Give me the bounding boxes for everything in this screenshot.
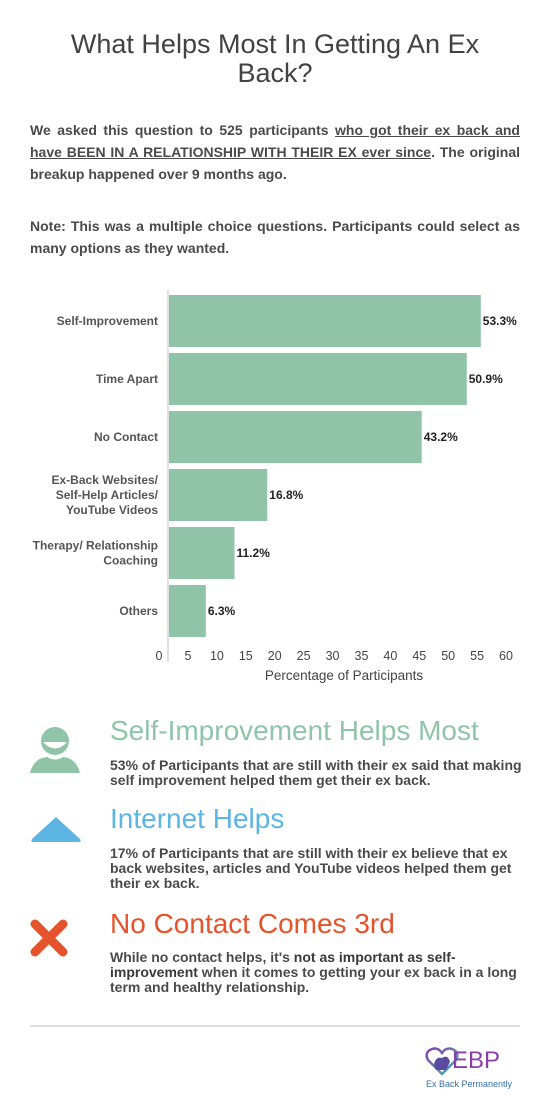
x-tick-label: 40 xyxy=(383,649,397,663)
ebp-logo: EBP Ex Back Permanently xyxy=(425,1047,513,1089)
insight-body: While no contact helps, it's not as impo… xyxy=(110,950,522,995)
value-label: 6.3% xyxy=(208,604,236,618)
insight-heading: Internet Helps xyxy=(110,803,285,834)
x-tick-label: 0 xyxy=(156,649,163,663)
value-label: 11.2% xyxy=(237,546,271,560)
x-tick-label: 5 xyxy=(185,649,192,663)
x-icon xyxy=(30,919,68,957)
bar xyxy=(169,585,206,637)
x-axis-ticks: 0 5 10 15 20 25 30 35 40 45 50 55 60 xyxy=(156,649,513,663)
insight-heading: Self-Improvement Helps Most xyxy=(110,715,479,746)
bar xyxy=(169,295,481,347)
category-label: Self-Improvement xyxy=(57,314,158,328)
bar-chart: 53.3% Self-Improvement 50.9% Time Apart 43.2… xyxy=(33,290,517,683)
value-label: 43.2% xyxy=(424,430,458,444)
x-tick-label: 35 xyxy=(355,649,369,663)
insight-body: 17% of Participants that are still with … xyxy=(110,845,512,891)
value-label: 50.9% xyxy=(469,372,503,386)
intro-text-start: We asked this question to 525 participan… xyxy=(30,122,336,138)
value-label: 16.8% xyxy=(269,488,303,502)
x-tick-label: 55 xyxy=(470,649,484,663)
insight-body-start: While no contact helps, it's xyxy=(110,949,294,965)
x-tick-label: 30 xyxy=(326,649,340,663)
value-label: 53.3% xyxy=(483,314,517,328)
bars-layer: 53.3% Self-Improvement 50.9% Time Apart 43.2… xyxy=(33,295,517,637)
x-tick-label: 50 xyxy=(441,649,455,663)
category-label: YouTube Videos xyxy=(66,503,158,517)
x-tick-label: 10 xyxy=(210,649,224,663)
bar xyxy=(169,527,235,579)
intro-paragraph: We asked this question to 525 participan… xyxy=(30,119,520,185)
category-label: Ex-Back Websites/ xyxy=(52,473,159,487)
triangle-up-icon xyxy=(31,817,81,842)
category-label: Self-Help Articles/ xyxy=(56,488,159,502)
logo-tagline: Ex Back Permanently xyxy=(426,1079,513,1089)
x-tick-label: 15 xyxy=(239,649,253,663)
x-tick-label: 60 xyxy=(499,649,513,663)
bar xyxy=(169,353,467,405)
category-label: Others xyxy=(119,604,158,618)
category-label: Coaching xyxy=(103,554,158,568)
page-title: What Helps Most In Getting An Ex Back? xyxy=(70,29,480,88)
insight-body: 53% of Participants that are still with … xyxy=(110,757,522,788)
bar xyxy=(169,411,422,463)
logo-text: EBP xyxy=(452,1047,500,1074)
category-label: Time Apart xyxy=(96,372,158,386)
x-tick-label: 25 xyxy=(297,649,311,663)
x-tick-label: 45 xyxy=(412,649,426,663)
note-paragraph: Note: This was a multiple choice questio… xyxy=(30,218,520,256)
x-axis-title: Percentage of Participants xyxy=(265,668,424,683)
category-label: Therapy/ Relationship xyxy=(33,539,158,553)
category-label: No Contact xyxy=(94,430,158,444)
x-tick-label: 20 xyxy=(268,649,282,663)
bar xyxy=(169,469,268,521)
insight-heading: No Contact Comes 3rd xyxy=(110,908,395,939)
footer-divider xyxy=(30,1025,520,1027)
person-icon xyxy=(30,727,80,773)
